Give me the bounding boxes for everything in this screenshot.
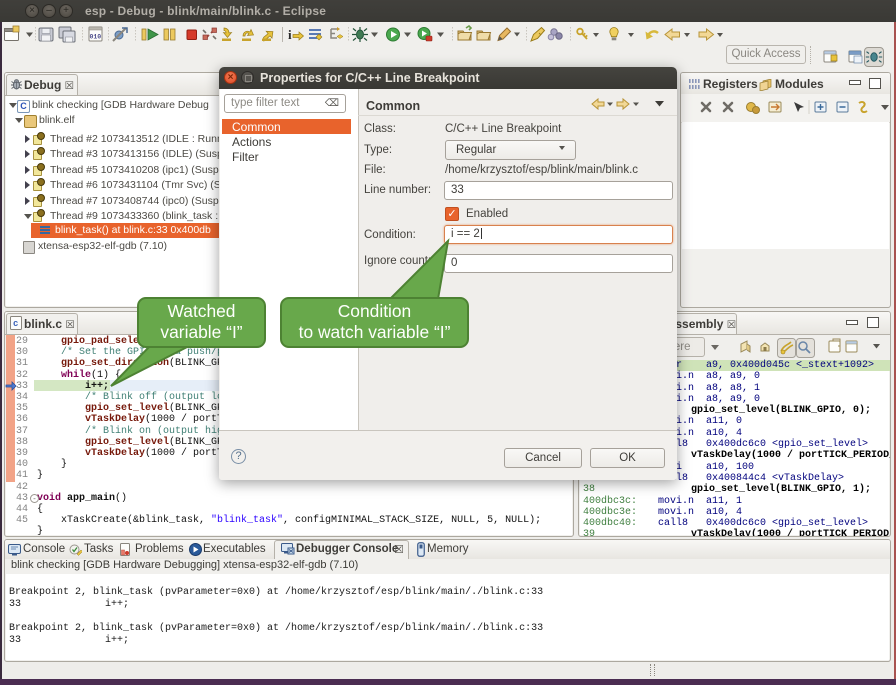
svg-text:i: i bbox=[288, 27, 292, 42]
svg-text:c: c bbox=[13, 319, 18, 329]
svg-text:010: 010 bbox=[90, 34, 102, 41]
